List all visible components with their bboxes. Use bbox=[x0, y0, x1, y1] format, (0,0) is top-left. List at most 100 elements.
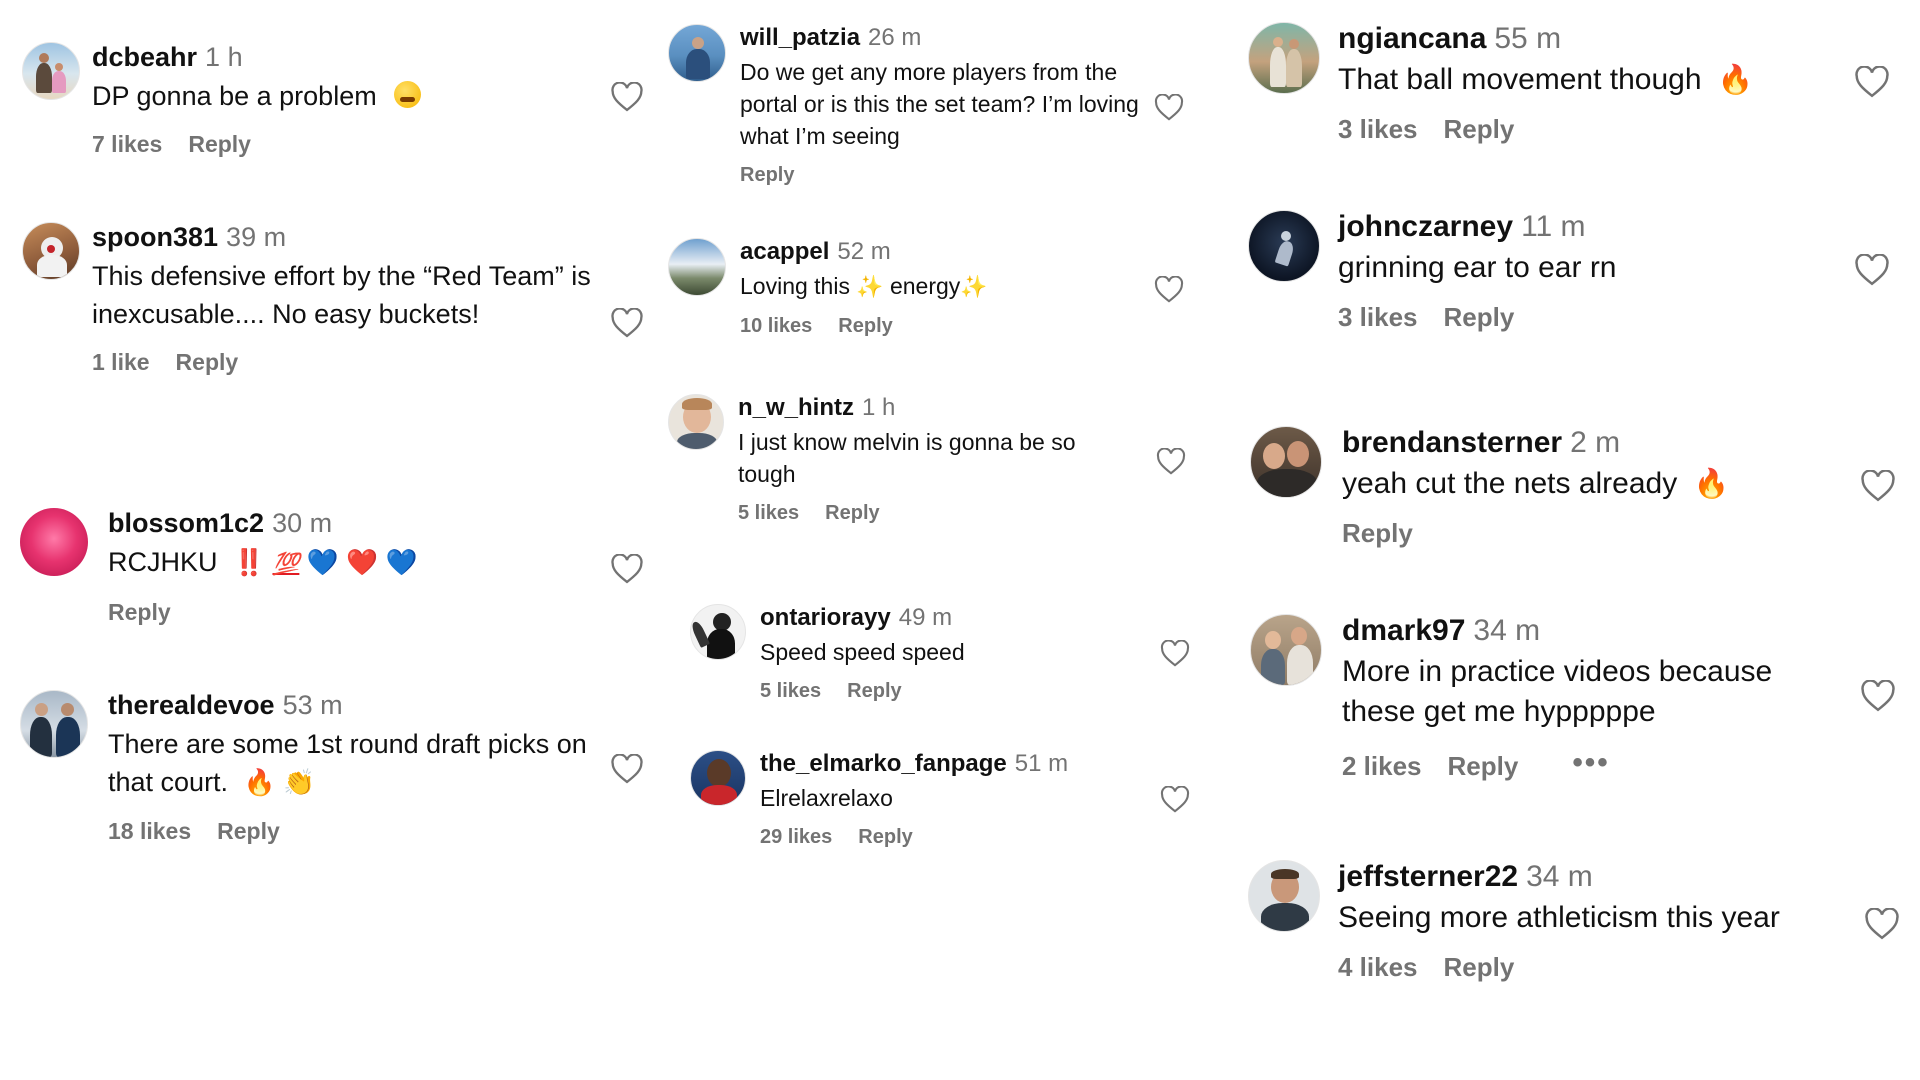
comment-text: Speed speed speed bbox=[760, 639, 965, 665]
username[interactable]: spoon381 bbox=[92, 222, 218, 252]
avatar[interactable] bbox=[20, 508, 88, 576]
timestamp: 53 m bbox=[282, 690, 343, 720]
likes-count[interactable]: 29 likes bbox=[760, 826, 832, 849]
heart-outline-icon[interactable] bbox=[610, 754, 644, 784]
reply-button[interactable]: Reply bbox=[1444, 302, 1515, 333]
likes-count[interactable]: 7 likes bbox=[92, 131, 162, 158]
heart-outline-icon[interactable] bbox=[1864, 908, 1900, 940]
hundred-points-icon: 💯 bbox=[272, 551, 300, 576]
username[interactable]: dcbeahr bbox=[92, 42, 197, 72]
comment-text: This defensive effort by the “Red Team” … bbox=[92, 261, 591, 329]
heart-outline-icon[interactable] bbox=[1860, 680, 1896, 712]
username[interactable]: ngiancana bbox=[1338, 22, 1486, 55]
reply-button[interactable]: Reply bbox=[838, 315, 892, 338]
comment-body: will_patzia 26 m Do we get any more playe… bbox=[740, 24, 1140, 187]
username[interactable]: therealdevoe bbox=[108, 690, 275, 720]
reply-button[interactable]: Reply bbox=[1444, 114, 1515, 145]
comment-actions: Reply bbox=[1342, 518, 1842, 549]
heart-outline-icon[interactable] bbox=[610, 82, 644, 112]
likes-count[interactable]: 10 likes bbox=[740, 315, 812, 338]
username[interactable]: n_w_hintz bbox=[738, 394, 854, 421]
username[interactable]: dmark97 bbox=[1342, 614, 1465, 647]
more-options-icon[interactable]: ••• bbox=[1572, 746, 1609, 780]
fire-icon: 🔥 bbox=[1693, 468, 1730, 500]
avatar[interactable] bbox=[22, 222, 80, 280]
reply-button[interactable]: Reply bbox=[1448, 751, 1519, 782]
comments-screenshot: dcbeahr 1 h DP gonna be a problem 7 likes… bbox=[0, 0, 1920, 1080]
heart-outline-icon[interactable] bbox=[1154, 276, 1184, 303]
reply-button[interactable]: Reply bbox=[825, 502, 879, 525]
avatar[interactable] bbox=[690, 604, 746, 660]
username[interactable]: acappel bbox=[740, 238, 829, 265]
comment-text: DP gonna be a problem bbox=[92, 77, 632, 115]
heart-outline-icon[interactable] bbox=[610, 308, 644, 338]
username[interactable]: will_patzia bbox=[740, 24, 860, 51]
likes-count[interactable]: 2 likes bbox=[1342, 751, 1422, 782]
likes-count[interactable]: 4 likes bbox=[1338, 952, 1418, 983]
heart-outline-icon[interactable] bbox=[1160, 786, 1190, 813]
sparkles-icon: ✨ bbox=[856, 274, 884, 299]
avatar[interactable] bbox=[1248, 860, 1320, 932]
avatar[interactable] bbox=[668, 394, 724, 450]
comment-text: There are some 1st round draft picks on … bbox=[108, 725, 628, 802]
username[interactable]: johnczarney bbox=[1338, 210, 1513, 243]
username[interactable]: the_elmarko_fanpage bbox=[760, 750, 1007, 777]
avatar[interactable] bbox=[22, 42, 80, 100]
reply-button[interactable]: Reply bbox=[188, 131, 251, 158]
heart-outline-icon[interactable] bbox=[1860, 470, 1896, 502]
timestamp: 34 m bbox=[1473, 614, 1541, 647]
avatar[interactable] bbox=[668, 238, 726, 296]
likes-count[interactable]: 5 likes bbox=[760, 680, 821, 703]
username[interactable]: blossom1c2 bbox=[108, 508, 264, 538]
comment-actions: 7 likes Reply bbox=[92, 131, 632, 158]
avatar[interactable] bbox=[1250, 614, 1322, 686]
heart-outline-icon[interactable] bbox=[1854, 254, 1890, 286]
reply-button[interactable]: Reply bbox=[217, 818, 280, 845]
reply-button[interactable]: Reply bbox=[1342, 518, 1413, 549]
avatar[interactable] bbox=[20, 690, 88, 758]
timestamp: 51 m bbox=[1014, 750, 1069, 777]
username[interactable]: jeffsterner22 bbox=[1338, 860, 1518, 893]
comment-header: blossom1c2 30 m bbox=[108, 508, 628, 539]
avatar[interactable] bbox=[1250, 426, 1322, 498]
fire-icon: 🔥 bbox=[1717, 64, 1754, 96]
reply-button[interactable]: Reply bbox=[858, 826, 912, 849]
red-heart-icon: ❤️ bbox=[346, 549, 379, 577]
comment-text: RCJHKU ‼️ 💯 💙 ❤️ 💙 bbox=[108, 543, 628, 583]
comment-body: acappel 52 m Loving this ✨ energy✨ 10 lik… bbox=[740, 238, 1140, 338]
username[interactable]: ontariorayy bbox=[760, 604, 891, 631]
timestamp: 39 m bbox=[226, 222, 287, 252]
comment-text: Seeing more athleticism this year bbox=[1338, 901, 1780, 934]
comment-body: therealdevoe 53 m There are some 1st roun… bbox=[108, 690, 628, 845]
timestamp: 26 m bbox=[868, 24, 922, 51]
avatar[interactable] bbox=[1248, 22, 1320, 94]
avatar[interactable] bbox=[1248, 210, 1320, 282]
comment-text: That ball movement though 🔥 bbox=[1338, 60, 1838, 100]
likes-count[interactable]: 18 likes bbox=[108, 818, 191, 845]
heart-outline-icon[interactable] bbox=[1154, 94, 1184, 121]
comment-header: dmark97 34 m bbox=[1342, 614, 1842, 648]
likes-count[interactable]: 5 likes bbox=[738, 502, 799, 525]
heart-outline-icon[interactable] bbox=[610, 554, 644, 584]
reply-button[interactable]: Reply bbox=[847, 680, 901, 703]
likes-count[interactable]: 3 likes bbox=[1338, 114, 1418, 145]
blue-heart-icon: 💙 bbox=[385, 549, 418, 577]
reply-button[interactable]: Reply bbox=[1444, 952, 1515, 983]
likes-count[interactable]: 1 like bbox=[92, 349, 150, 376]
blue-heart-icon: 💙 bbox=[306, 549, 339, 577]
heart-outline-icon[interactable] bbox=[1156, 448, 1186, 475]
reply-button[interactable]: Reply bbox=[740, 164, 794, 187]
username[interactable]: brendansterner bbox=[1342, 426, 1562, 459]
timestamp: 1 h bbox=[205, 42, 243, 72]
likes-count[interactable]: 3 likes bbox=[1338, 302, 1418, 333]
heart-outline-icon[interactable] bbox=[1160, 640, 1190, 667]
avatar[interactable] bbox=[668, 24, 726, 82]
reply-button[interactable]: Reply bbox=[108, 599, 171, 626]
heart-outline-icon[interactable] bbox=[1854, 66, 1890, 98]
avatar[interactable] bbox=[690, 750, 746, 806]
comment-header: brendansterner 2 m bbox=[1342, 426, 1842, 460]
timestamp: 55 m bbox=[1494, 22, 1562, 55]
comment-header: the_elmarko_fanpage 51 m bbox=[760, 750, 1180, 778]
reply-button[interactable]: Reply bbox=[176, 349, 239, 376]
comment-header: n_w_hintz 1 h bbox=[738, 394, 1138, 422]
